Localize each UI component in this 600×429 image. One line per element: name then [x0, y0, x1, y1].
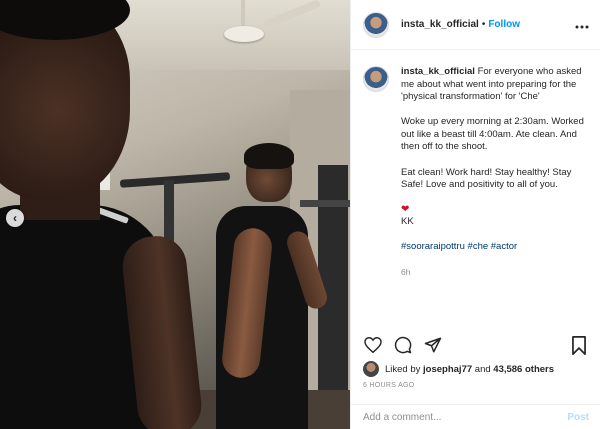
follow-button[interactable]: Follow	[488, 19, 520, 30]
chevron-left-icon: ‹	[13, 211, 17, 225]
post-photo[interactable]: ‹	[0, 0, 350, 429]
caption-signoff: KK	[401, 216, 414, 228]
caption-routine: Woke up every morning at 2:30am. Worked …	[401, 116, 584, 153]
comment-button[interactable]	[393, 335, 413, 355]
heart-emoji: ❤	[401, 204, 410, 216]
liker-username[interactable]: josephaj77	[423, 364, 472, 375]
gym-machine-bar	[119, 172, 231, 188]
post-details-panel: insta_kk_official • Follow insta_kk_offi…	[350, 0, 600, 429]
ceiling-fan	[224, 26, 264, 42]
posted-timestamp[interactable]: 6 HOURS AGO	[363, 382, 415, 389]
caption-text: insta_kk_official For everyone who asked…	[401, 66, 589, 279]
likes-conjunction: and	[474, 363, 491, 375]
save-button[interactable]	[569, 335, 589, 355]
caption-username[interactable]: insta_kk_official	[401, 66, 475, 77]
more-options-button[interactable]	[575, 16, 589, 32]
author-username[interactable]: insta_kk_official	[401, 19, 479, 30]
more-horizontal-icon	[575, 25, 589, 29]
comment-input[interactable]	[363, 411, 568, 423]
caption-author-avatar[interactable]	[363, 66, 389, 92]
caption-time-ago: 6h	[401, 267, 411, 278]
comment-icon	[394, 336, 412, 354]
trainer-hair	[244, 143, 294, 169]
liker-avatar[interactable]	[363, 361, 379, 377]
likes-row: Liked by josephaj77 and 43,586 others	[363, 360, 554, 378]
share-icon	[424, 337, 442, 353]
header-separator: •	[481, 19, 486, 30]
caption-section: insta_kk_official For everyone who asked…	[351, 50, 600, 325]
caption-message: Eat clean! Work hard! Stay healthy! Stay…	[401, 166, 572, 191]
author-avatar[interactable]	[363, 11, 389, 38]
action-bar	[351, 330, 600, 360]
caption-hashtags[interactable]: #sooraraipottru #che #actor	[401, 241, 589, 254]
share-button[interactable]	[423, 335, 443, 355]
post-comment-button[interactable]: Post	[567, 412, 589, 423]
bookmark-icon	[572, 335, 586, 355]
gym-machine-handle	[300, 200, 350, 207]
likes-count[interactable]: 43,586 others	[493, 364, 554, 375]
comment-box: Post	[351, 404, 600, 429]
carousel-prev-button[interactable]: ‹	[6, 209, 24, 227]
like-button[interactable]	[363, 335, 383, 355]
ceiling-fan-stem	[241, 0, 245, 28]
likes-prefix: Liked by	[385, 363, 421, 375]
heart-icon	[364, 337, 382, 353]
post-header: insta_kk_official • Follow	[351, 0, 600, 50]
